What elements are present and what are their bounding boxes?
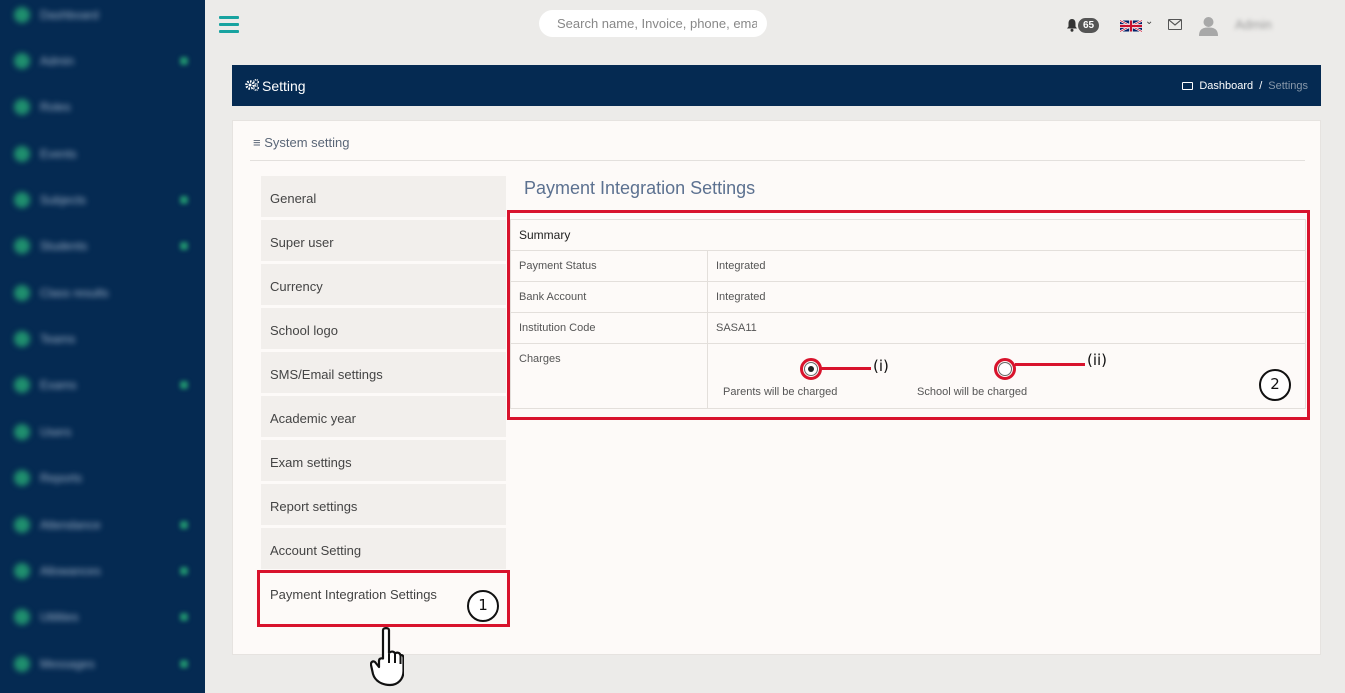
- sidebar-item-reports[interactable]: Reports: [0, 463, 205, 493]
- sidebar-item-admin[interactable]: Admin: [0, 46, 205, 76]
- panel-title: ≡ System setting: [253, 135, 350, 150]
- breadcrumb-separator: /: [1259, 80, 1263, 92]
- menu-item-academic-year[interactable]: Academic year: [261, 396, 506, 437]
- divider: [250, 160, 1305, 161]
- settings-menu: General Super user Currency School logo …: [261, 176, 506, 616]
- utilities-icon: [14, 609, 30, 625]
- page-title: Setting: [262, 78, 306, 94]
- breadcrumb: Dashboard / Settings: [1182, 80, 1308, 92]
- menu-item-account-setting[interactable]: Account Setting: [261, 528, 506, 569]
- sidebar-item-messages[interactable]: Messages: [0, 649, 205, 679]
- sidebar-item-attendance[interactable]: Attendance: [0, 510, 205, 540]
- search-input[interactable]: [539, 10, 767, 37]
- results-icon: [14, 285, 30, 301]
- events-icon: [14, 146, 30, 162]
- teams-icon: [14, 331, 30, 347]
- sidebar-item-events[interactable]: Events: [0, 139, 205, 169]
- reports-icon: [14, 470, 30, 486]
- chevron-down-icon: [180, 242, 188, 250]
- sidebar-item-students[interactable]: Students: [0, 231, 205, 261]
- sidebar-item-users[interactable]: Users: [0, 417, 205, 447]
- mail-icon[interactable]: [1168, 19, 1182, 30]
- menu-toggle-icon[interactable]: [219, 16, 239, 34]
- laptop-icon: [1182, 82, 1194, 90]
- bell-icon[interactable]: [1066, 18, 1078, 32]
- sidebar-item-roles[interactable]: Roles: [0, 92, 205, 122]
- chevron-down-icon: [180, 57, 188, 65]
- sidebar-item-utilities[interactable]: Utilities: [0, 602, 205, 632]
- chevron-down-icon: [180, 381, 188, 389]
- sidebar-item-allowances[interactable]: Allowances: [0, 556, 205, 586]
- breadcrumb-current: Settings: [1268, 80, 1308, 92]
- menu-item-school-logo[interactable]: School logo: [261, 308, 506, 349]
- menu-item-exam-settings[interactable]: Exam settings: [261, 440, 506, 481]
- uk-flag-icon[interactable]: [1120, 19, 1142, 33]
- sidebar-item-teams[interactable]: Teams: [0, 324, 205, 354]
- step-2-marker: 2: [1259, 369, 1291, 401]
- students-icon: [14, 238, 30, 254]
- user-menu[interactable]: Admin: [1235, 17, 1272, 32]
- step-1-marker: 1: [467, 590, 499, 622]
- admin-icon: [14, 53, 30, 69]
- chevron-down-icon: [180, 567, 188, 575]
- notification-badge: 65: [1078, 18, 1100, 33]
- chevron-down-icon: [180, 613, 188, 621]
- allowances-icon: [14, 563, 30, 579]
- menu-item-general[interactable]: General: [261, 176, 506, 217]
- sidebar-item-class-results[interactable]: Class results: [0, 278, 205, 308]
- dashboard-icon: [14, 7, 30, 23]
- sidebar-item-exams[interactable]: Exams: [0, 370, 205, 400]
- sidebar-item-dashboard[interactable]: Dashboard: [0, 0, 205, 30]
- page-header: Setting Dashboard / Settings: [232, 65, 1321, 106]
- menu-item-currency[interactable]: Currency: [261, 264, 506, 305]
- sidebar-item-subjects[interactable]: Subjects: [0, 185, 205, 215]
- menu-item-super-user[interactable]: Super user: [261, 220, 506, 261]
- pointing-hand-icon: [370, 627, 404, 687]
- chevron-down-icon: [180, 660, 188, 668]
- chevron-down-icon: [180, 521, 188, 529]
- topbar: 65 ⌄ Admin: [205, 0, 1345, 52]
- chevron-down-icon: [180, 196, 188, 204]
- highlight-box-summary: [507, 210, 1310, 420]
- list-icon: ≡: [253, 135, 261, 150]
- menu-item-sms-email[interactable]: SMS/Email settings: [261, 352, 506, 393]
- breadcrumb-dashboard-link[interactable]: Dashboard: [1199, 80, 1253, 92]
- content-title: Payment Integration Settings: [524, 178, 756, 198]
- menu-item-report-settings[interactable]: Report settings: [261, 484, 506, 525]
- messages-icon: [14, 656, 30, 672]
- avatar[interactable]: [1198, 15, 1219, 36]
- sidebar: Dashboard Admin Roles Events Subjects St…: [0, 0, 205, 693]
- gears-icon: [245, 79, 259, 91]
- roles-icon: [14, 99, 30, 115]
- chevron-down-icon[interactable]: ⌄: [1145, 16, 1153, 27]
- attendance-icon: [14, 517, 30, 533]
- exams-icon: [14, 377, 30, 393]
- subjects-icon: [14, 192, 30, 208]
- users-icon: [14, 424, 30, 440]
